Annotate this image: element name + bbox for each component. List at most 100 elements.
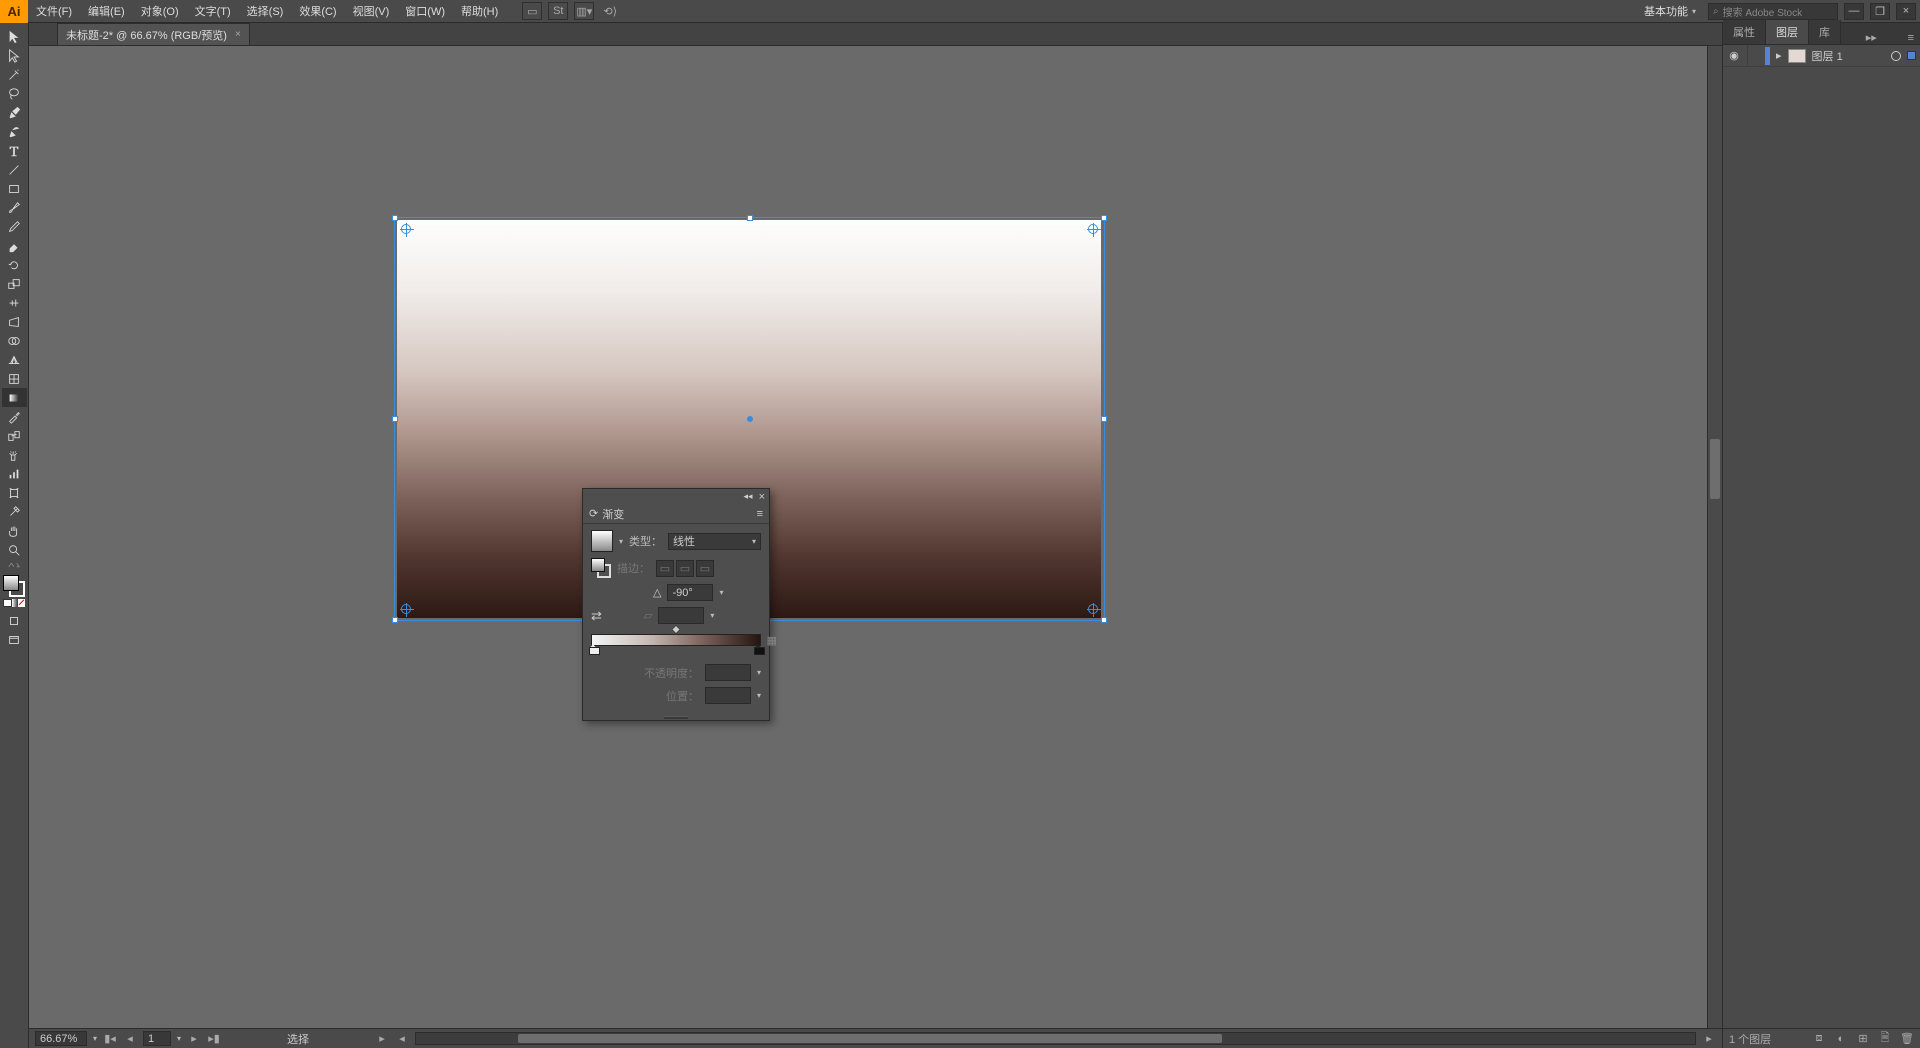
color-mode-swatches[interactable] (3, 599, 25, 607)
close-tab-icon[interactable]: × (235, 29, 241, 40)
fill-swatch[interactable] (3, 575, 19, 591)
status-popup-button[interactable]: ▸ (375, 1032, 389, 1046)
gradient-panel-tab[interactable]: ⟳ 渐变 (589, 506, 624, 522)
slice-tool[interactable] (2, 502, 27, 521)
rotate-tool[interactable] (2, 255, 27, 274)
gradient-angle-input[interactable]: -90° (667, 584, 713, 601)
fill-stroke-swatches[interactable] (3, 575, 25, 597)
screen-mode-icon[interactable]: ⟲⟩ (600, 2, 620, 20)
canvas-viewport[interactable]: ◂◂ × ⟳ 渐变 ≡ ▾ 类型： 线性 (29, 46, 1722, 1028)
target-layer-icon[interactable] (1891, 51, 1901, 61)
gradient-tool[interactable] (2, 388, 27, 407)
selection-tool[interactable] (2, 27, 27, 46)
search-stock-field[interactable]: ⌕ 搜索 Adobe Stock (1708, 3, 1838, 20)
window-maximize-button[interactable]: ❐ (1870, 3, 1890, 20)
artboard-nav-field[interactable]: 1 (143, 1031, 171, 1046)
gradient-type-select[interactable]: 线性 ▾ (668, 533, 761, 550)
gradient-panel[interactable]: ◂◂ × ⟳ 渐变 ≡ ▾ 类型： 线性 (582, 488, 770, 721)
hscroll-right-button[interactable]: ▸ (1702, 1032, 1716, 1046)
artboard-dropdown-icon[interactable]: ▾ (177, 1034, 181, 1043)
line-tool[interactable] (2, 160, 27, 179)
vertical-scrollbar[interactable] (1707, 46, 1722, 1028)
sel-handle-br[interactable] (1101, 617, 1107, 623)
menu-file[interactable]: 文件(F) (28, 0, 80, 23)
zoom-dropdown-icon[interactable]: ▾ (93, 1034, 97, 1043)
tab-properties[interactable]: 属性 (1723, 20, 1766, 44)
eraser-tool[interactable] (2, 236, 27, 255)
expand-layer-icon[interactable]: ▸ (1776, 49, 1782, 62)
gradient-stop-start[interactable] (589, 644, 598, 655)
zoom-level-field[interactable]: 66.67% (35, 1031, 87, 1046)
menu-view[interactable]: 视图(V) (345, 0, 398, 23)
panel-menu-icon[interactable]: ≡ (757, 508, 763, 520)
new-layer-icon[interactable]: 🗎 (1878, 1032, 1892, 1046)
curvature-tool[interactable] (2, 122, 27, 141)
panel-collapse-icon[interactable]: ▸▸ (1860, 31, 1883, 44)
layer-name[interactable]: 图层 1 (1812, 48, 1843, 64)
mesh-tool[interactable] (2, 369, 27, 388)
vertical-scroll-thumb[interactable] (1710, 439, 1720, 499)
color-mode-solid[interactable] (3, 599, 12, 607)
tab-layers[interactable]: 图层 (1766, 20, 1809, 44)
blend-tool[interactable] (2, 426, 27, 445)
menu-text[interactable]: 文字(T) (187, 0, 239, 23)
chevron-down-icon[interactable]: ▾ (719, 588, 723, 597)
symbol-sprayer-tool[interactable] (2, 445, 27, 464)
color-mode-gradient[interactable] (12, 599, 19, 607)
type-tool[interactable] (2, 141, 27, 160)
column-graph-tool[interactable] (2, 464, 27, 483)
document-tab[interactable]: 未标题-2* @ 66.67% (RGB/预览) × (57, 23, 250, 45)
perspective-grid-tool[interactable] (2, 350, 27, 369)
gradient-ramp[interactable]: ▦ (591, 634, 761, 646)
rectangle-tool[interactable] (2, 179, 27, 198)
scale-tool[interactable] (2, 274, 27, 293)
gradient-fill-swatch[interactable] (591, 558, 605, 572)
lasso-tool[interactable] (2, 84, 27, 103)
gradient-preset-dropdown-icon[interactable]: ▾ (619, 537, 623, 546)
layer-row[interactable]: ◉ ▸ 图层 1 (1723, 45, 1920, 67)
menu-window[interactable]: 窗口(W) (397, 0, 453, 23)
magic-wand-tool[interactable] (2, 65, 27, 84)
visibility-toggle-icon[interactable]: ◉ (1727, 49, 1741, 63)
selection-indicator[interactable] (1907, 51, 1916, 60)
window-close-button[interactable]: × (1896, 3, 1916, 20)
paintbrush-tool[interactable] (2, 198, 27, 217)
make-clipping-mask-icon[interactable]: ◐ (1834, 1032, 1848, 1046)
screen-mode-button[interactable] (2, 630, 27, 649)
layer-thumbnail[interactable] (1788, 49, 1806, 63)
gpu-icon[interactable]: ▭ (522, 2, 542, 20)
first-artboard-button[interactable]: ▮◂ (103, 1032, 117, 1046)
panel-resize-grip[interactable] (583, 714, 769, 720)
sel-handle-mr[interactable] (1101, 416, 1107, 422)
gradient-bar[interactable] (591, 634, 761, 646)
workspace-switcher[interactable]: 基本功能 ▾ (1638, 3, 1702, 19)
sel-handle-tr[interactable] (1101, 215, 1107, 221)
window-minimize-button[interactable]: — (1844, 3, 1864, 20)
menu-object[interactable]: 对象(O) (133, 0, 187, 23)
horizontal-scrollbar[interactable] (415, 1032, 1696, 1045)
pen-tool[interactable] (2, 103, 27, 122)
menu-effect[interactable]: 效果(C) (291, 0, 344, 23)
stock-icon[interactable]: St (548, 2, 568, 20)
draw-mode-normal[interactable] (2, 611, 27, 630)
stop-color-picker-icon[interactable]: ▦ (767, 634, 777, 647)
menu-edit[interactable]: 编辑(E) (80, 0, 133, 23)
last-artboard-button[interactable]: ▸▮ (207, 1032, 221, 1046)
new-sublayer-icon[interactable]: ⊞ (1856, 1032, 1870, 1046)
width-tool[interactable] (2, 293, 27, 312)
next-artboard-button[interactable]: ▸ (187, 1032, 201, 1046)
menu-select[interactable]: 选择(S) (239, 0, 292, 23)
hand-tool[interactable] (2, 521, 27, 540)
delete-layer-icon[interactable]: 🗑 (1900, 1032, 1914, 1046)
shape-builder-tool[interactable] (2, 331, 27, 350)
zoom-tool[interactable] (2, 540, 27, 559)
direct-selection-tool[interactable] (2, 46, 27, 65)
eyedropper-tool[interactable] (2, 407, 27, 426)
gradient-fill-stroke-toggle[interactable] (591, 558, 611, 578)
prev-artboard-button[interactable]: ◂ (123, 1032, 137, 1046)
color-mode-none[interactable] (18, 599, 25, 607)
artboard-tool[interactable] (2, 483, 27, 502)
panel-close-icon[interactable]: × (759, 491, 765, 503)
pencil-tool[interactable] (2, 217, 27, 236)
panel-menu-icon[interactable]: ≡ (1902, 32, 1920, 44)
